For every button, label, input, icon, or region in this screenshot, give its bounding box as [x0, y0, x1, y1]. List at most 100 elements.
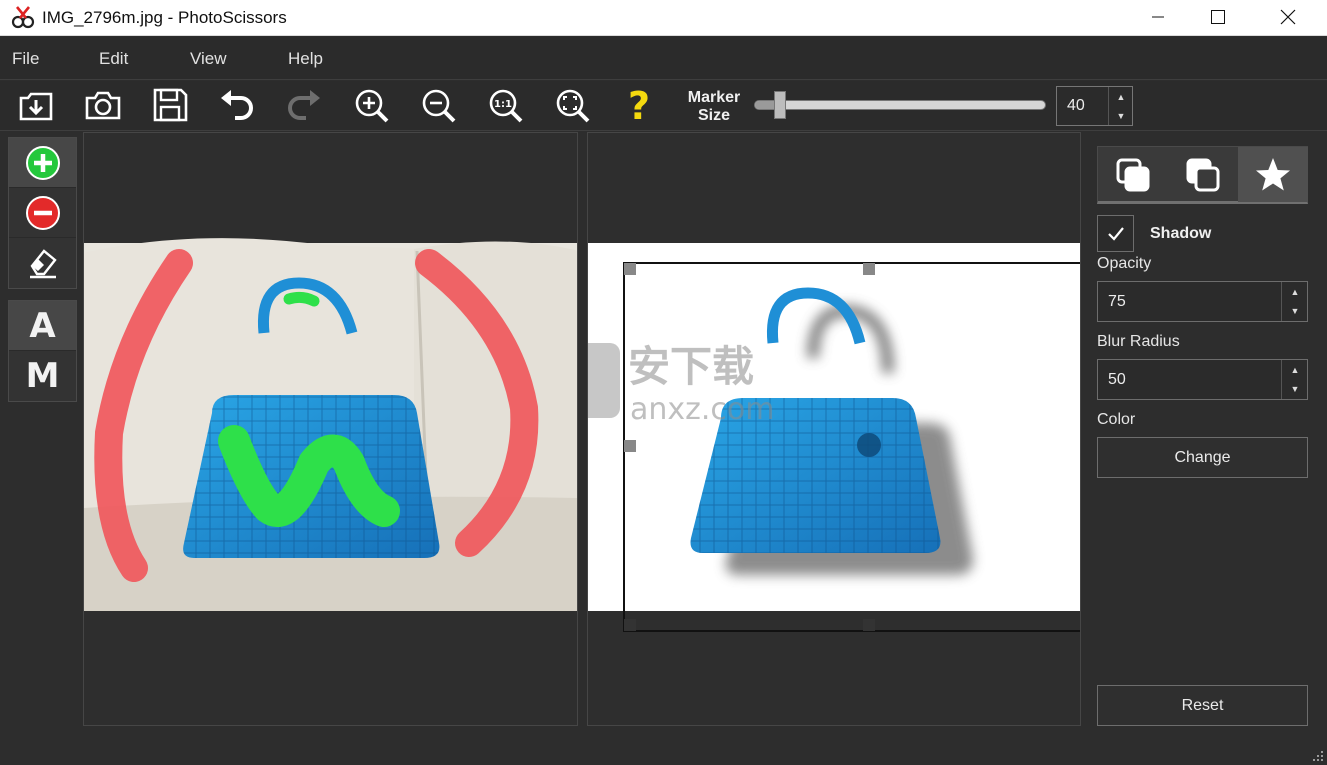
crop-handle-bottom[interactable]: [863, 619, 875, 631]
opacity-value[interactable]: 75: [1108, 293, 1126, 311]
title-bar: IMG_2796m.jpg - PhotoScissors: [0, 0, 1327, 36]
blur-radius-arrows: ▲ ▼: [1281, 360, 1307, 399]
menu-file[interactable]: File: [12, 49, 39, 69]
change-color-button[interactable]: Change: [1097, 437, 1308, 478]
window-title: IMG_2796m.jpg - PhotoScissors: [42, 8, 287, 27]
redo-icon: [288, 90, 320, 120]
marker-size-spinbox[interactable]: 40 ▲ ▼: [1056, 86, 1133, 126]
marker-size-label-line2: Size: [697, 107, 730, 124]
eraser-button[interactable]: [9, 238, 76, 288]
add-marker-button[interactable]: [9, 138, 76, 188]
help-icon: ?: [628, 85, 650, 125]
foreground-marker-handle: [283, 291, 320, 307]
source-image-panel[interactable]: [83, 132, 578, 726]
effects-tab-icon: [1256, 157, 1290, 190]
background-tab-icon: [1116, 158, 1150, 191]
resize-grip-icon[interactable]: [1310, 748, 1324, 762]
add-marker-icon: [25, 145, 60, 180]
opacity-spinbox[interactable]: 75 ▲ ▼: [1097, 281, 1308, 322]
minimize-button[interactable]: [1135, 0, 1181, 34]
zoom-out-icon: [422, 89, 456, 123]
checkmark-icon: [1107, 226, 1124, 241]
watermark-shield-icon: [588, 343, 620, 418]
result-image-panel[interactable]: 安下载 anxz.com: [587, 132, 1081, 726]
undo-icon: [221, 90, 253, 120]
auto-mode-label: A: [29, 305, 56, 346]
close-icon: [1280, 9, 1296, 25]
blur-radius-down-button[interactable]: ▼: [1282, 379, 1308, 398]
crop-handle-bottom-left[interactable]: [624, 619, 636, 631]
minimize-icon: [1152, 16, 1164, 18]
mode-tool-group: A M: [8, 300, 77, 402]
app-logo-icon: [11, 6, 35, 29]
tab-background[interactable]: [1098, 147, 1168, 202]
save-icon: [153, 88, 188, 122]
marker-size-down-button[interactable]: ▼: [1109, 106, 1133, 125]
actual-size-text: 1:1: [494, 99, 512, 110]
crop-handle-top[interactable]: [863, 263, 875, 275]
manual-mode-label: M: [25, 356, 60, 396]
fit-window-button[interactable]: [550, 83, 594, 127]
actual-size-button[interactable]: 1:1: [483, 83, 527, 127]
watermark-url: anxz.com: [630, 392, 775, 427]
marker-size-label-line1: Marker: [687, 89, 741, 106]
source-image-canvas[interactable]: [84, 133, 578, 726]
opacity-down-button[interactable]: ▼: [1282, 301, 1308, 320]
blur-radius-label: Blur Radius: [1097, 333, 1180, 350]
menu-view[interactable]: View: [190, 49, 227, 69]
opacity-arrows: ▲ ▼: [1281, 282, 1307, 321]
marker-size-slider-thumb[interactable]: [774, 91, 787, 119]
marker-size-slider[interactable]: [754, 100, 1046, 110]
tab-foreground[interactable]: [1168, 147, 1238, 202]
foreground-tab-icon: [1186, 158, 1220, 191]
open-button[interactable]: [14, 83, 58, 127]
menu-edit[interactable]: Edit: [99, 49, 128, 69]
marker-size-label: Marker Size: [683, 89, 745, 125]
help-glyph: ?: [628, 85, 650, 125]
camera-button[interactable]: [81, 83, 125, 127]
remove-marker-button[interactable]: [9, 188, 76, 238]
maximize-button[interactable]: [1195, 0, 1241, 34]
save-button[interactable]: [148, 83, 192, 127]
marker-size-arrows: ▲ ▼: [1108, 87, 1132, 125]
sidebar-tabs: [1097, 146, 1308, 204]
opacity-up-button[interactable]: ▲: [1282, 282, 1308, 301]
reset-button[interactable]: Reset: [1097, 685, 1308, 726]
watermark-text: 安下载: [628, 342, 754, 391]
redo-button[interactable]: [282, 83, 326, 127]
open-icon: [19, 92, 53, 121]
actual-size-icon: 1:1: [489, 89, 523, 123]
auto-mode-button[interactable]: A: [9, 301, 76, 351]
marker-size-up-button[interactable]: ▲: [1109, 87, 1133, 106]
marker-size-value[interactable]: 40: [1067, 97, 1085, 115]
zoom-in-icon: [355, 89, 389, 123]
camera-icon: [85, 91, 121, 120]
watermark: 安下载 anxz.com: [588, 342, 775, 427]
crop-handle-top-left[interactable]: [624, 263, 636, 275]
blur-radius-spinbox[interactable]: 50 ▲ ▼: [1097, 359, 1308, 400]
shadow-checkbox[interactable]: [1097, 215, 1134, 252]
tab-effects[interactable]: [1238, 147, 1308, 202]
result-bag-spot: [857, 433, 881, 457]
result-image-canvas[interactable]: 安下载 anxz.com: [588, 133, 1081, 726]
maximize-icon: [1211, 10, 1225, 24]
color-label: Color: [1097, 411, 1136, 428]
toolbar: 1:1 ? Marker Size 40 ▲ ▼: [0, 81, 1327, 131]
close-button[interactable]: [1265, 0, 1311, 34]
help-button[interactable]: ?: [617, 83, 661, 127]
zoom-out-button[interactable]: [416, 83, 460, 127]
zoom-in-button[interactable]: [349, 83, 393, 127]
marker-tool-group: [8, 137, 77, 289]
undo-button[interactable]: [215, 83, 259, 127]
manual-mode-button[interactable]: M: [9, 351, 76, 401]
menu-bar: File Edit View Help: [0, 37, 1327, 80]
shadow-label[interactable]: Shadow: [1150, 225, 1211, 243]
menu-help[interactable]: Help: [288, 49, 323, 69]
eraser-icon: [29, 249, 57, 279]
fit-window-icon: [556, 89, 590, 123]
crop-handle-left[interactable]: [624, 440, 636, 452]
blur-radius-up-button[interactable]: ▲: [1282, 360, 1308, 379]
blur-radius-value[interactable]: 50: [1108, 371, 1126, 389]
opacity-label: Opacity: [1097, 255, 1152, 272]
remove-marker-icon: [25, 195, 60, 230]
